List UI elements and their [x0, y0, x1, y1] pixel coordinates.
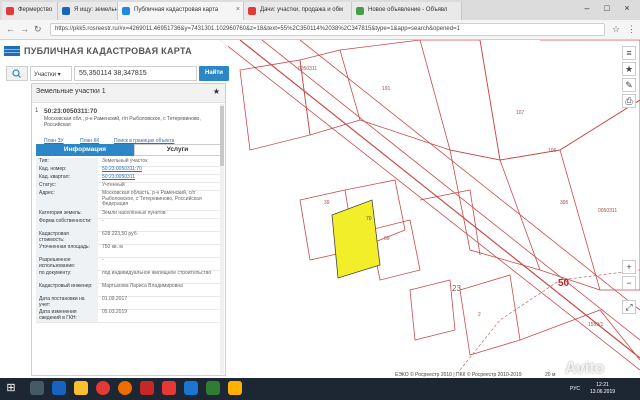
yandex-icon[interactable] [162, 381, 176, 395]
search-input[interactable]: 55,350114 38,347815 [74, 66, 197, 81]
browser-tab[interactable]: Дачи: участки, продажа и обм [244, 2, 352, 20]
browser-tab[interactable]: Я ищу: земельн [58, 2, 118, 20]
system-clock[interactable]: 12:21 13.06.2019 [590, 382, 615, 396]
back-icon[interactable]: ← [6, 24, 15, 34]
card-index: 1 [35, 108, 39, 114]
tab-favicon-icon [62, 7, 70, 15]
tab-favicon-icon [248, 7, 256, 15]
search-type-select[interactable]: Участки ▾ [30, 66, 72, 81]
page-title: ПУБЛИЧНАЯ КАДАСТРОВАЯ КАРТА [24, 46, 192, 56]
start-icon[interactable]: ⊞ [4, 381, 18, 395]
browser-menu-icon[interactable]: ⋮ [627, 24, 636, 35]
excel-icon[interactable] [206, 381, 220, 395]
table-row: Дата изменения сведений в ГКН: 05.03.2019 [36, 309, 221, 323]
opera-icon[interactable] [140, 381, 154, 395]
map-label: 395 [560, 200, 569, 206]
tab-information[interactable]: Информация [36, 144, 134, 156]
browser-tab-strip: Фермерство Я ищу: земельн Публичная када… [0, 0, 640, 20]
map-label: 0050311 [598, 208, 618, 214]
panel-scrollbar-thumb[interactable] [220, 106, 224, 166]
ie-icon[interactable] [52, 381, 66, 395]
map-label: 191 [382, 86, 391, 92]
map-label: 39 [324, 200, 330, 206]
map-label: 70 [366, 216, 372, 222]
table-row: Кадастровая стоимость: 628 223,50 руб. [36, 231, 221, 245]
close-window-icon[interactable]: × [620, 3, 634, 13]
forward-icon[interactable]: → [20, 24, 29, 34]
map-label: 50 [558, 278, 570, 289]
table-row: Адрес: Московская область, р-н Раменский,… [36, 190, 221, 211]
layers-icon[interactable]: ≡ [622, 46, 636, 60]
folder-icon[interactable] [74, 381, 88, 395]
tab-favicon-icon [6, 7, 14, 15]
selected-parcel[interactable] [331, 199, 381, 279]
fullscreen-icon[interactable]: ⤢ [622, 300, 636, 314]
maximize-window-icon[interactable]: □ [600, 3, 614, 13]
firefox-icon[interactable] [118, 381, 132, 395]
tab-services[interactable]: Услуги [134, 144, 221, 156]
word-icon[interactable] [184, 381, 198, 395]
table-row: Уточненная площадь: 750 кв. м [36, 244, 221, 258]
parcel-address: Московская обл., р-н Раменский, г/п Рыбо… [44, 116, 201, 128]
panel-header: Земельные участки 1 ★ [32, 84, 225, 103]
browser-tab-active[interactable]: Публичная кадастровая карта × [118, 2, 244, 20]
rosreestr-logo-icon [4, 46, 20, 56]
table-row: Кадастровый инженер: Мартынова Лариса Вла… [36, 283, 221, 297]
search-button[interactable]: Найти [199, 66, 229, 81]
table-row: Форма собственности: - [36, 218, 221, 232]
map-label: 69 [384, 236, 390, 242]
cadastral-number: 50:23:0050311:70 [44, 108, 98, 115]
map-label: 1559/1 [588, 322, 604, 328]
panel-tabs: Информация Услуги [36, 144, 221, 156]
table-row: по документу: под индивидуальное жилищное… [36, 270, 221, 284]
language-indicator[interactable]: РУС [570, 386, 580, 392]
tab-favicon-icon [122, 7, 130, 15]
zoom-in-icon[interactable]: + [622, 260, 636, 274]
address-bar-row: ← → ↻ https://pkk5.rosreestr.ru/#x=42690… [0, 20, 640, 40]
panel-title: Земельные участки 1 [36, 88, 106, 95]
chrome-icon[interactable] [96, 381, 110, 395]
reload-icon[interactable]: ↻ [34, 24, 42, 35]
map-label: 0050311 [298, 66, 318, 72]
app-header: ПУБЛИЧНАЯ КАДАСТРОВАЯ КАРТА [0, 40, 228, 62]
bookmark-icon[interactable]: ★ [622, 62, 636, 76]
close-tab-icon[interactable]: × [236, 6, 240, 13]
star-bookmark-icon[interactable]: ☆ [612, 24, 620, 35]
table-row: Разрешенное использование: - [36, 257, 221, 271]
url-field[interactable]: https://pkk5.rosreestr.ru/#x=4269011.469… [50, 23, 605, 36]
map-label: 2 [478, 312, 481, 318]
map-label: 107 [516, 110, 525, 116]
favorite-star-icon[interactable]: ★ [213, 87, 220, 96]
table-row: Дата постановки на учет: 01.09.2017 [36, 296, 221, 310]
app-icon[interactable] [228, 381, 242, 395]
avito-watermark: Avito [565, 360, 605, 377]
tab-favicon-icon [356, 7, 364, 15]
browser-tab[interactable]: Новое объявление - Объявл [352, 2, 462, 20]
search-icon[interactable] [6, 66, 28, 81]
tools-icon[interactable]: ✎ [622, 78, 636, 92]
parcel-info-panel: Земельные участки 1 ★ 1 50:23:0050311:70… [31, 83, 226, 376]
browser-tab[interactable]: Фермерство [2, 2, 58, 20]
map-label: 106 [548, 148, 557, 154]
parcel-card: 1 50:23:0050311:70 Московская обл., р-н … [32, 106, 225, 146]
zoom-out-icon[interactable]: − [622, 276, 636, 290]
map-label: 23 [452, 284, 461, 293]
minimize-window-icon[interactable]: – [580, 3, 594, 13]
search-bar: Участки ▾ 55,350114 38,347815 Найти [6, 66, 229, 81]
print-icon[interactable]: ⎙ [622, 94, 636, 108]
windows-taskbar: ⊞ РУС 12:21 13.06.2019 [0, 378, 640, 400]
explorer-icon[interactable] [30, 381, 44, 395]
